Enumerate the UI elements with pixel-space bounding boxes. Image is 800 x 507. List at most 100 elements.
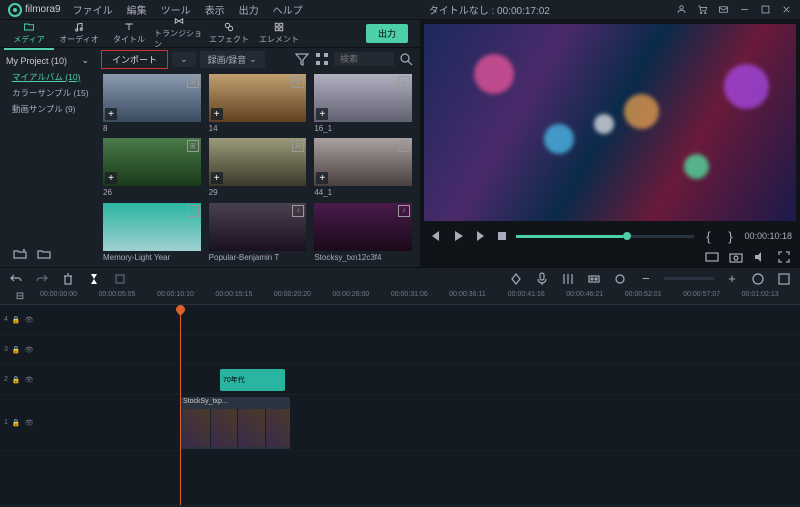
clip-type-icon: ⊞ <box>398 76 410 88</box>
zoom-in-button[interactable]: + <box>724 271 740 287</box>
fullscreen-icon[interactable] <box>776 249 792 265</box>
mark-in-button[interactable]: { <box>700 228 716 244</box>
voiceover-icon[interactable] <box>508 271 524 287</box>
close-button[interactable] <box>781 4 792 15</box>
snapshot-icon[interactable] <box>728 249 744 265</box>
album-link[interactable]: マイアルバム (10) <box>6 69 89 85</box>
volume-icon[interactable] <box>752 249 768 265</box>
track-label: 3 <box>4 346 8 353</box>
sidebar-folder-video[interactable]: 動画サンプル (9) <box>6 101 89 117</box>
keyframe-icon[interactable] <box>586 271 602 287</box>
add-to-timeline-icon[interactable]: + <box>316 108 328 120</box>
add-to-timeline-icon[interactable]: + <box>105 108 117 120</box>
tab-effect[interactable]: エフェクト <box>204 18 254 50</box>
zoom-slider[interactable] <box>664 277 714 280</box>
search-icon[interactable] <box>398 51 414 67</box>
next-frame-button[interactable] <box>472 228 488 244</box>
media-clip[interactable]: ♪Popular-Benjamin T <box>209 203 307 263</box>
eye-icon[interactable]: 👁 <box>25 316 34 324</box>
lock-icon[interactable]: 🔒 <box>12 376 21 384</box>
quality-icon[interactable] <box>704 249 720 265</box>
lock-icon[interactable]: 🔒 <box>12 346 21 354</box>
menu-output[interactable]: 出力 <box>239 2 259 17</box>
chevron-down-icon: ⌄ <box>81 55 89 66</box>
lock-icon[interactable]: 🔒 <box>12 316 21 324</box>
zoom-out-button[interactable]: − <box>638 271 654 287</box>
clip-type-icon: ⊞ <box>292 140 304 152</box>
import-button[interactable]: インポート <box>101 50 168 69</box>
track-2[interactable]: 2🔒👁 70年代 <box>0 365 800 395</box>
minimize-button[interactable] <box>739 4 750 15</box>
import-dropdown[interactable]: ⌄ <box>172 52 196 67</box>
maximize-button[interactable] <box>760 4 771 15</box>
account-icon[interactable] <box>676 4 687 15</box>
preview-timecode: 00:00:10:18 <box>744 231 792 241</box>
eye-icon[interactable]: 👁 <box>25 346 34 354</box>
media-clip[interactable]: ⊞+26 <box>103 138 201 198</box>
track-collapse-icon[interactable]: ⊟ <box>12 289 28 305</box>
stop-button[interactable] <box>494 228 510 244</box>
mic-icon[interactable] <box>534 271 550 287</box>
timeline-ruler[interactable]: ⊟ 00:00:00:0000:00:05:0500:00:10:1000:00… <box>0 289 800 305</box>
track-label: 1 <box>4 419 8 426</box>
cart-icon[interactable] <box>697 4 708 15</box>
timeline-settings-icon[interactable] <box>776 271 792 287</box>
add-to-timeline-icon[interactable]: + <box>316 172 328 184</box>
crop-button[interactable] <box>112 271 128 287</box>
clip-type-icon: ♪ <box>398 205 410 217</box>
zoom-fit-button[interactable] <box>750 271 766 287</box>
eye-icon[interactable]: 👁 <box>25 376 34 384</box>
track-3[interactable]: 3 🔒 👁 <box>0 335 800 365</box>
message-icon[interactable] <box>718 4 729 15</box>
add-to-timeline-icon[interactable]: + <box>211 108 223 120</box>
tab-media[interactable]: メディア <box>4 18 54 50</box>
split-button[interactable] <box>86 271 102 287</box>
add-to-timeline-icon[interactable]: + <box>211 172 223 184</box>
clip-type-icon: ⊞ <box>187 140 199 152</box>
undo-button[interactable] <box>8 271 24 287</box>
media-clip[interactable]: ⊞+44_1 <box>314 138 412 198</box>
new-folder-button[interactable] <box>12 246 28 262</box>
project-folder[interactable]: My Project (10)⌄ <box>6 52 89 69</box>
redo-button[interactable] <box>34 271 50 287</box>
media-clip[interactable]: ⊞+16_1 <box>314 74 412 134</box>
lock-icon[interactable]: 🔒 <box>12 419 21 427</box>
track-4[interactable]: 4 🔒 👁 <box>0 305 800 335</box>
project-title: タイトルなし : 00:00:17:02 <box>303 2 676 17</box>
filter-icon[interactable] <box>294 51 310 67</box>
video-clip[interactable] <box>180 397 290 449</box>
mark-out-button[interactable]: } <box>722 228 738 244</box>
grid-view-icon[interactable] <box>314 51 330 67</box>
search-input[interactable] <box>334 52 394 66</box>
prev-frame-button[interactable] <box>428 228 444 244</box>
media-clip[interactable]: ⊞+14 <box>209 74 307 134</box>
menu-view[interactable]: 表示 <box>205 2 225 17</box>
eye-icon[interactable]: 👁 <box>25 419 34 427</box>
tab-audio[interactable]: オーディオ <box>54 18 104 50</box>
menu-edit[interactable]: 編集 <box>127 2 147 17</box>
play-button[interactable] <box>450 228 466 244</box>
track-1[interactable]: 1 🔒 👁 <box>0 395 800 451</box>
marker-icon[interactable] <box>612 271 628 287</box>
clip-type-icon: ⊞ <box>292 76 304 88</box>
delete-button[interactable] <box>60 271 76 287</box>
track-label: 4 <box>4 316 8 323</box>
media-clip[interactable]: ⊞+8 <box>103 74 201 134</box>
mixer-icon[interactable] <box>560 271 576 287</box>
sidebar-folder-color[interactable]: カラーサンプル (15) <box>6 85 89 101</box>
tab-title[interactable]: タイトル <box>104 18 154 50</box>
clip-type-icon: ♪ <box>187 205 199 217</box>
title-clip[interactable]: 70年代 <box>220 369 285 391</box>
menu-help[interactable]: ヘルプ <box>273 2 303 17</box>
media-clip[interactable]: ♪Memory-Light Year <box>103 203 201 263</box>
export-button[interactable]: 出力 <box>366 24 408 43</box>
clip-type-icon: ⊞ <box>398 140 410 152</box>
preview-scrubber[interactable] <box>516 235 694 238</box>
tab-element[interactable]: エレメント <box>254 18 304 50</box>
add-to-timeline-icon[interactable]: + <box>105 172 117 184</box>
media-clip[interactable]: ⊞+29 <box>209 138 307 198</box>
media-clip[interactable]: ♪Stocksy_txn12c3f4 <box>314 203 412 263</box>
open-folder-button[interactable] <box>36 246 52 262</box>
record-button[interactable]: 録画/録音 ⌄ <box>200 51 265 68</box>
menu-file[interactable]: ファイル <box>73 2 113 17</box>
